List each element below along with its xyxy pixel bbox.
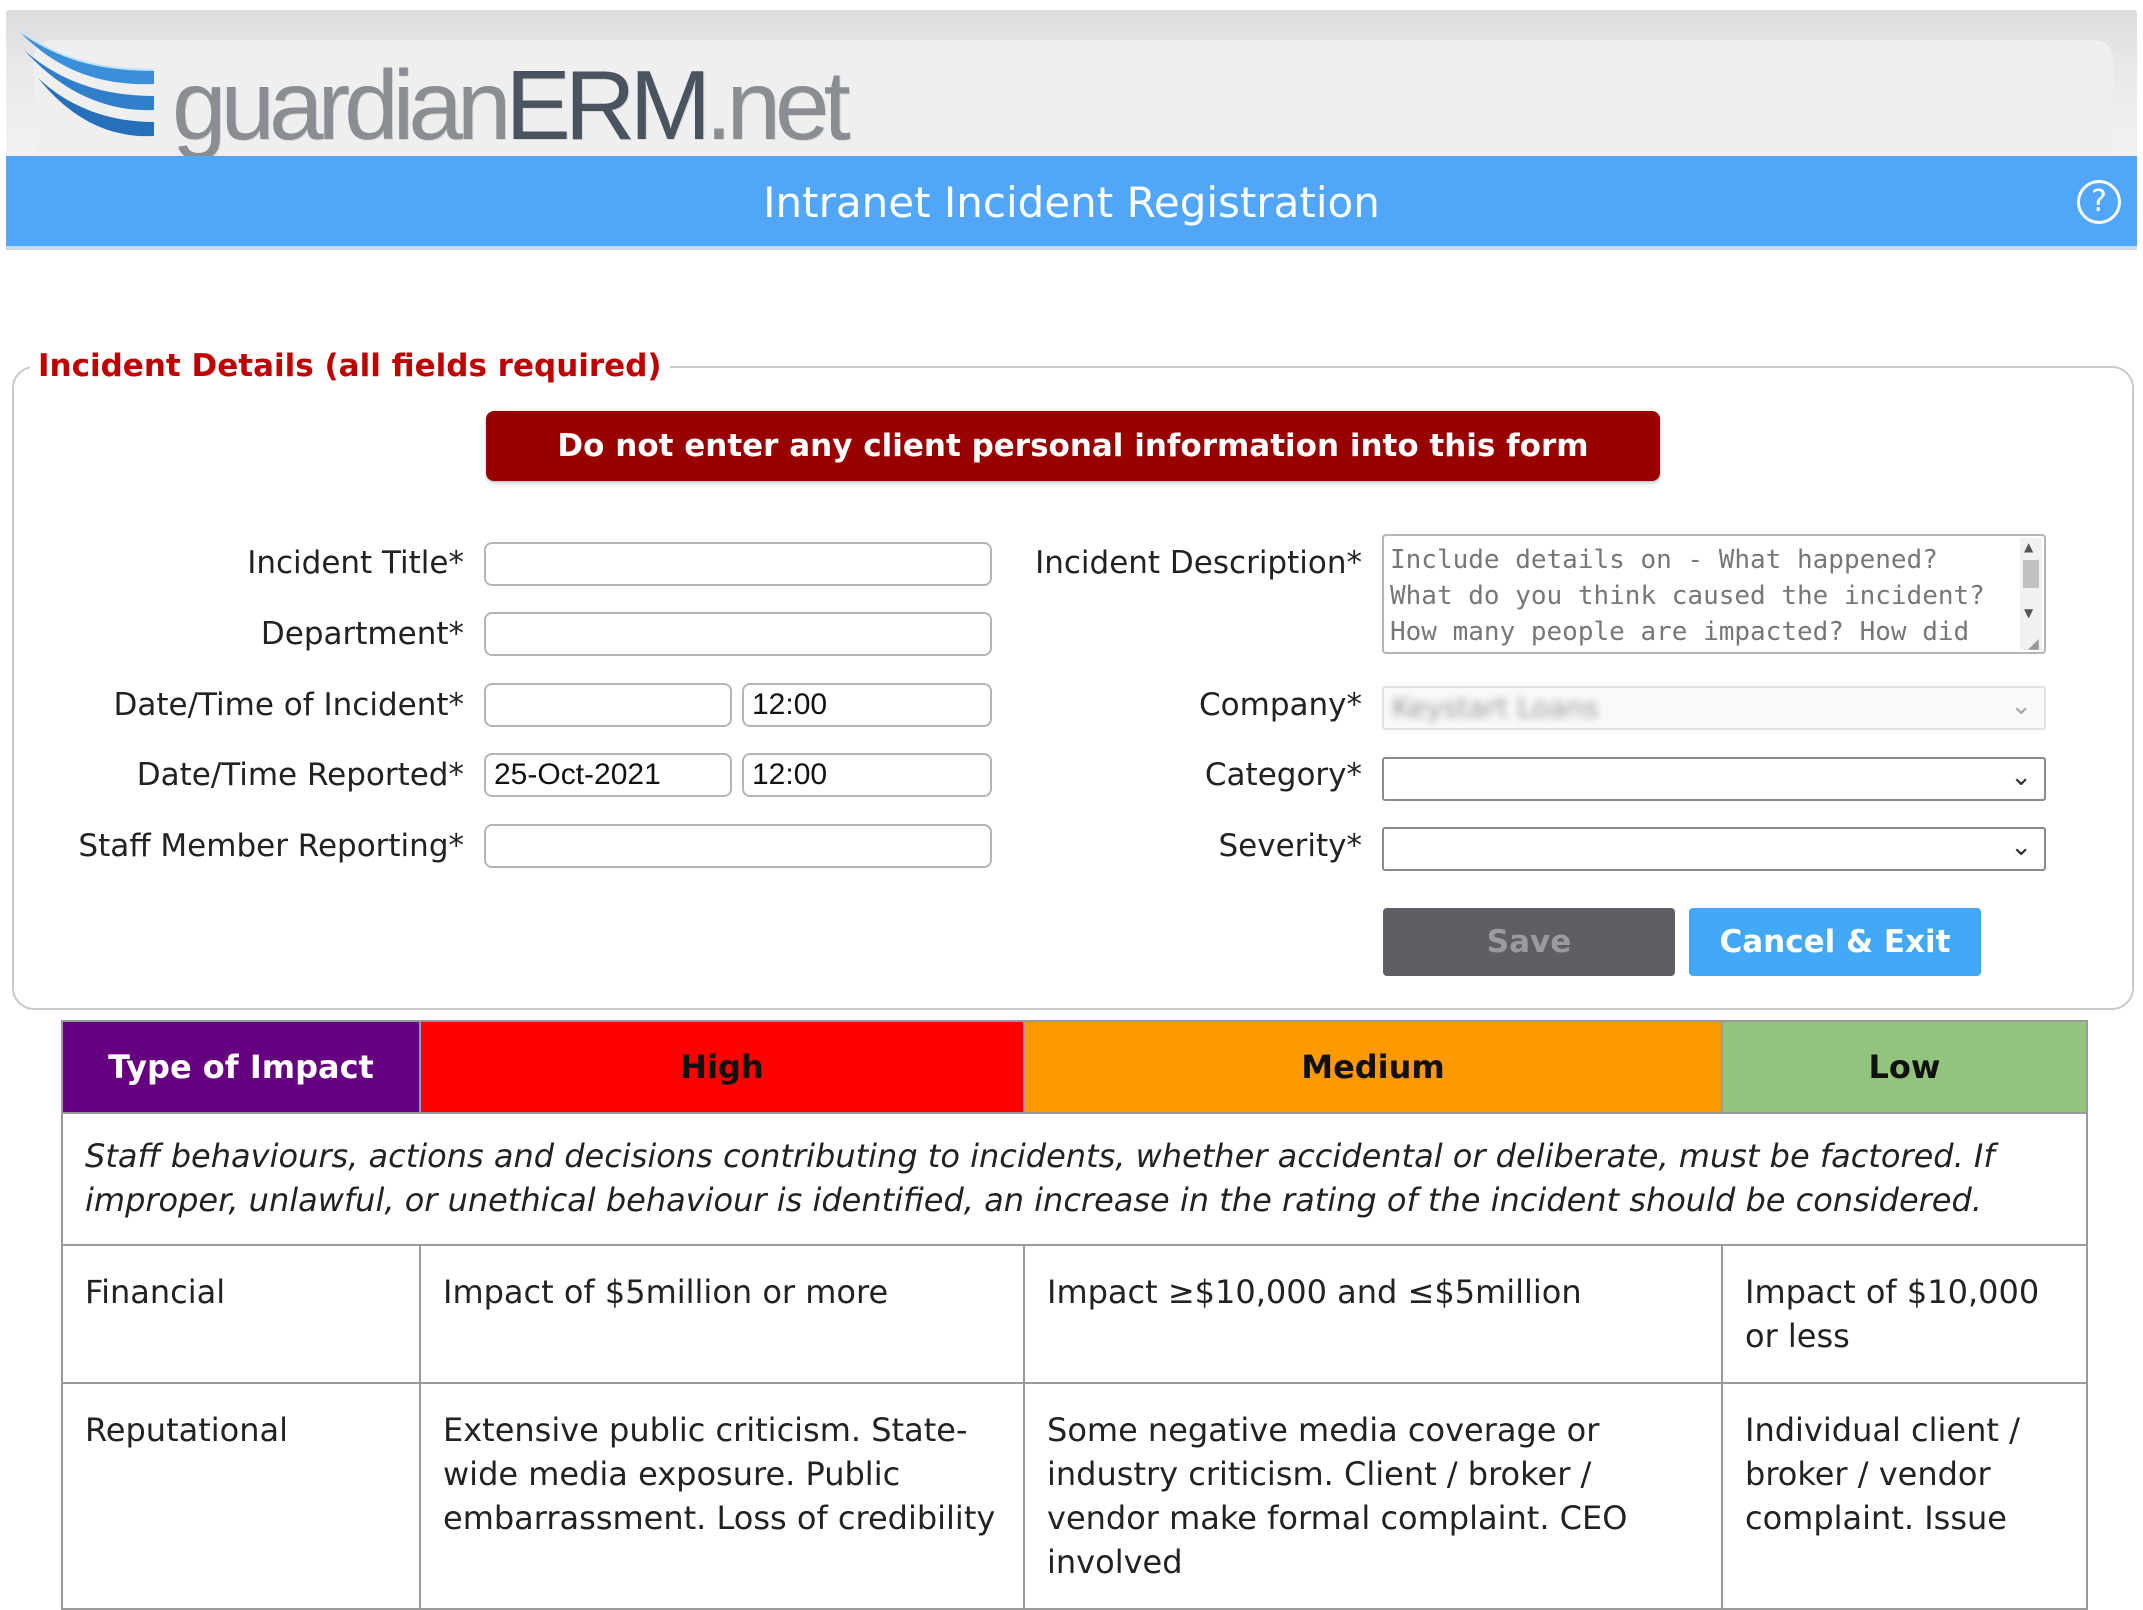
staff-member-label: Staff Member Reporting* [78, 828, 464, 864]
header-high: High [419, 1020, 1025, 1114]
cell-type: Reputational [61, 1382, 421, 1610]
company-label: Company* [1199, 687, 1362, 723]
reported-date-input[interactable]: 25-Oct-2021 [484, 753, 732, 797]
wing-logo-icon [17, 29, 155, 137]
title-bar: Intranet Incident Registration ? [6, 156, 2137, 250]
scroll-up-arrow-icon[interactable]: ▲ [2024, 540, 2033, 554]
department-label: Department* [260, 616, 464, 652]
table-header-row: Type of Impact High Medium Low [61, 1020, 2088, 1114]
textarea-scrollbar[interactable]: ▲ ▼ [2020, 538, 2042, 650]
company-value: Keystart Loans [1392, 691, 1599, 724]
incident-title-label: Incident Title* [247, 545, 464, 581]
date-time-incident-label: Date/Time of Incident* [113, 687, 465, 723]
fieldset-legend: Incident Details (all fields required) [30, 348, 670, 384]
cancel-exit-button[interactable]: Cancel & Exit [1689, 908, 1981, 976]
date-time-reported-label: Date/Time Reported* [136, 757, 464, 793]
cell-medium: Some negative media coverage or industry… [1023, 1382, 1723, 1610]
incident-description-label: Incident Description* [1035, 545, 1362, 581]
save-button[interactable]: Save [1383, 908, 1675, 976]
cell-medium: Impact ≥$10,000 and ≤$5million [1023, 1244, 1723, 1384]
header-low: Low [1721, 1020, 2088, 1114]
category-label: Category* [1204, 757, 1362, 793]
impact-rating-table: Type of Impact High Medium Low Staff beh… [61, 1020, 2088, 1610]
incident-date-input[interactable] [484, 683, 732, 727]
chevron-down-icon: ⌄ [2010, 762, 2032, 792]
cell-low: Individual client / broker / vendor comp… [1721, 1382, 2088, 1610]
reported-time-input[interactable]: 12:00 [742, 753, 992, 797]
incident-time-input[interactable]: 12:00 [742, 683, 992, 727]
chevron-down-icon: ⌄ [2010, 691, 2032, 721]
privacy-warning-banner: Do not enter any client personal informa… [486, 411, 1660, 481]
resize-grip-icon[interactable]: ◢ [2028, 636, 2039, 652]
severity-label: Severity* [1218, 828, 1362, 864]
cell-high: Extensive public criticism. State-wide m… [419, 1382, 1025, 1610]
header-medium: Medium [1023, 1020, 1723, 1114]
cell-type: Financial [61, 1244, 421, 1384]
logo[interactable]: guardianERM.net [14, 22, 851, 154]
table-row: Staff behaviours, actions and decisions … [61, 1112, 2088, 1246]
category-select[interactable]: ⌄ [1382, 757, 2046, 801]
page-title: Intranet Incident Registration [763, 178, 1380, 227]
help-icon[interactable]: ? [2077, 180, 2121, 224]
chevron-down-icon: ⌄ [2010, 832, 2032, 862]
table-row: Reputational Extensive public criticism.… [61, 1382, 2088, 1610]
cell-low: Impact of $10,000 or less [1721, 1244, 2088, 1384]
incident-title-input[interactable] [484, 542, 992, 586]
logo-wordmark: guardianERM.net [172, 50, 851, 160]
staff-member-input[interactable] [484, 824, 992, 868]
scrollbar-thumb[interactable] [2023, 560, 2039, 588]
header-type-of-impact: Type of Impact [61, 1020, 421, 1114]
department-input[interactable] [484, 612, 992, 656]
severity-select[interactable]: ⌄ [1382, 827, 2046, 871]
incident-description-textarea[interactable]: Include details on - What happened? What… [1382, 534, 2046, 654]
company-select: Keystart Loans ⌄ [1382, 686, 2046, 730]
scroll-down-arrow-icon[interactable]: ▼ [2024, 606, 2033, 620]
impact-note: Staff behaviours, actions and decisions … [61, 1112, 2088, 1246]
cell-high: Impact of $5million or more [419, 1244, 1025, 1384]
table-row: Financial Impact of $5million or more Im… [61, 1244, 2088, 1384]
